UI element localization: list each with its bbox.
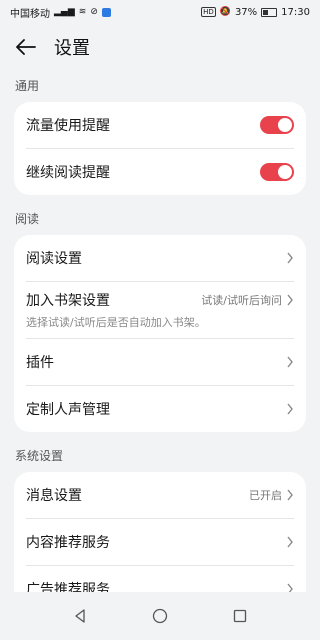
general-card: 流量使用提醒 继续阅读提醒 xyxy=(14,102,306,195)
row-plugins[interactable]: 插件 xyxy=(26,339,294,386)
chevron-right-icon xyxy=(287,294,293,306)
row-message-settings[interactable]: 消息设置 已开启 xyxy=(26,472,294,519)
circle-home-icon xyxy=(152,608,168,624)
status-right: HD 🔕 37% 17:30 xyxy=(201,7,310,18)
triangle-back-icon xyxy=(75,609,85,623)
data-usage-reminder-toggle[interactable] xyxy=(260,116,294,134)
back-button[interactable] xyxy=(14,35,38,59)
row-right: 已开启 xyxy=(249,487,294,503)
chevron-right-icon xyxy=(287,536,293,548)
chevron-right-icon xyxy=(287,403,293,415)
row-title: 插件 xyxy=(26,355,54,371)
wifi-icon: ≋ xyxy=(78,6,87,17)
nav-home-button[interactable] xyxy=(148,604,172,628)
row-value: 试读/试听后询问 xyxy=(201,294,282,307)
battery-percent: 37% xyxy=(234,6,258,18)
row-title: 定制人声管理 xyxy=(26,402,110,418)
mute-icon: 🔕 xyxy=(219,6,231,17)
hd-badge: HD xyxy=(201,7,216,17)
section-label-system: 系统设置 xyxy=(15,449,64,463)
row-main: 加入书架设置 试读/试听后询问 xyxy=(26,290,294,310)
nav-recents-button[interactable] xyxy=(228,604,252,628)
row-add-to-shelf-settings[interactable]: 加入书架设置 试读/试听后询问 选择试读/试听后是否自动加入书架。 xyxy=(26,282,294,339)
row-continue-reading-reminder[interactable]: 继续阅读提醒 xyxy=(26,149,294,195)
carrier-label: 中国移动 xyxy=(10,8,50,20)
row-title: 加入书架设置 xyxy=(26,293,110,309)
system-nav-bar xyxy=(0,592,320,640)
page-title: 设置 xyxy=(54,38,90,59)
clock: 17:30 xyxy=(281,6,310,18)
system-card: 消息设置 已开启 内容推荐服务 广告推荐服务 xyxy=(14,472,306,612)
row-data-usage-reminder[interactable]: 流量使用提醒 xyxy=(26,102,294,149)
battery-icon xyxy=(261,7,278,17)
toggle-knob xyxy=(278,165,292,179)
chevron-right-icon xyxy=(287,489,293,501)
square-recents-icon xyxy=(233,609,247,623)
signal-icon: ▂▄▆ xyxy=(54,6,75,17)
app-header: 设置 xyxy=(0,24,320,70)
row-subtitle: 选择试读/试听后是否自动加入书架。 xyxy=(26,316,206,329)
row-title: 继续阅读提醒 xyxy=(26,165,110,181)
app-notification-icon xyxy=(101,7,111,17)
no-sim-icon: ⊘ xyxy=(90,6,98,17)
section-label-reading: 阅读 xyxy=(15,212,40,226)
row-title: 阅读设置 xyxy=(26,251,82,267)
continue-reading-reminder-toggle[interactable] xyxy=(260,163,294,181)
row-content-recommendation[interactable]: 内容推荐服务 xyxy=(26,519,294,566)
row-reading-settings[interactable]: 阅读设置 xyxy=(26,235,294,282)
status-bar: 中国移动 ▂▄▆ ≋ ⊘ HD 🔕 37% 17:30 xyxy=(0,0,320,24)
row-title: 内容推荐服务 xyxy=(26,535,110,551)
nav-back-button[interactable] xyxy=(68,604,92,628)
back-arrow-icon xyxy=(16,39,36,55)
row-custom-voice-management[interactable]: 定制人声管理 xyxy=(26,386,294,432)
chevron-right-icon xyxy=(287,252,293,264)
row-right: 试读/试听后询问 xyxy=(201,292,294,308)
row-value: 已开启 xyxy=(249,489,282,502)
row-title: 流量使用提醒 xyxy=(26,118,110,134)
section-label-general: 通用 xyxy=(15,79,40,93)
row-title: 消息设置 xyxy=(26,488,82,504)
reading-card: 阅读设置 加入书架设置 试读/试听后询问 选择试读/试听后是否自动加入书架。 插… xyxy=(14,235,306,432)
status-left: 中国移动 ▂▄▆ ≋ ⊘ xyxy=(10,5,111,20)
chevron-right-icon xyxy=(287,356,293,368)
toggle-knob xyxy=(278,118,292,132)
